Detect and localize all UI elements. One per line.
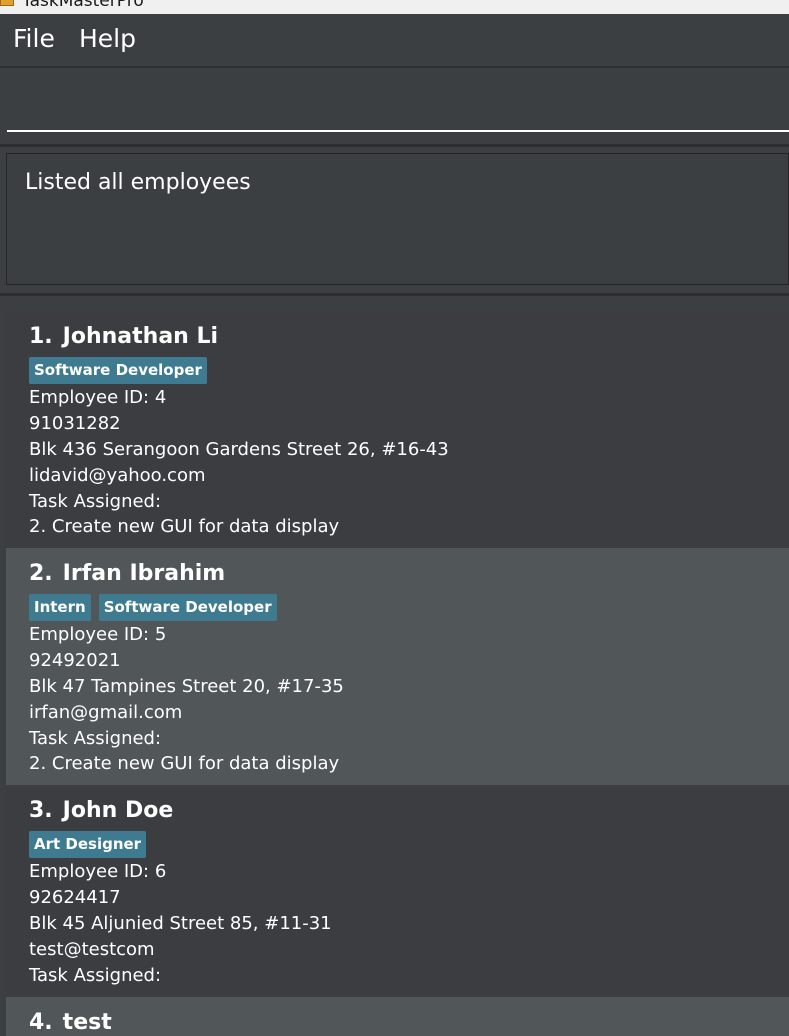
task-assigned-label: Task Assigned: (29, 965, 162, 986)
menu-file[interactable]: File (13, 24, 55, 53)
employee-index: 4. (29, 1010, 53, 1035)
app-icon (0, 0, 14, 6)
employee-card[interactable]: 2. Irfan Ibrahim Intern Software Developer… (6, 548, 789, 785)
task-assigned-label: Task Assigned: (29, 491, 162, 512)
employee-email: irfan@gmail.com (29, 702, 183, 723)
employee-name: John Doe (62, 798, 174, 823)
employee-card[interactable]: 3. John Doe Art Designer Employee ID: 6 9… (6, 785, 789, 997)
employee-index: 1. (29, 324, 53, 349)
employee-phone: 91031282 (29, 413, 121, 434)
result-message: Listed all employees (25, 170, 251, 195)
employee-email: test@testcom (29, 939, 155, 960)
employee-name-line: 4. test (29, 1010, 112, 1035)
result-display: Listed all employees (6, 153, 789, 285)
menu-help[interactable]: Help (79, 24, 136, 53)
employee-id: Employee ID: 6 (29, 861, 167, 882)
employee-id: Employee ID: 4 (29, 387, 167, 408)
command-box (0, 68, 789, 147)
employee-index: 2. (29, 561, 53, 586)
task-assigned-label: Task Assigned: (29, 728, 162, 749)
employee-index: 3. (29, 798, 53, 823)
assigned-task: 2. Create new GUI for data display (29, 516, 340, 537)
window-titlebar: TaskMasterPro (0, 0, 789, 14)
role-tag: Software Developer (98, 594, 277, 621)
employee-tags: Intern Software Developer (29, 594, 285, 621)
employee-name: Irfan Ibrahim (62, 561, 226, 586)
employee-card[interactable]: 4. test (6, 997, 789, 1036)
employee-tags: Art Designer (29, 831, 154, 858)
command-input[interactable] (7, 68, 789, 132)
menu-bar: File Help (0, 14, 789, 68)
list-divider (0, 293, 789, 296)
window-title: TaskMasterPro (22, 0, 144, 11)
employee-address: Blk 47 Tampines Street 20, #17-35 (29, 676, 344, 697)
employee-email: lidavid@yahoo.com (29, 465, 206, 486)
employee-name: test (62, 1010, 112, 1035)
employee-address: Blk 436 Serangoon Gardens Street 26, #16… (29, 439, 449, 460)
employee-name-line: 3. John Doe (29, 798, 173, 823)
role-tag: Software Developer (29, 357, 207, 384)
employee-list[interactable]: 1. Johnathan Li Software Developer Employ… (6, 311, 789, 1036)
employee-name-line: 2. Irfan Ibrahim (29, 561, 225, 586)
role-tag: Art Designer (29, 831, 147, 858)
assigned-task: 2. Create new GUI for data display (29, 753, 340, 774)
employee-tags: Software Developer (29, 357, 215, 384)
employee-phone: 92624417 (29, 887, 121, 908)
employee-name-line: 1. Johnathan Li (29, 324, 218, 349)
employee-name: Johnathan Li (62, 324, 219, 349)
employee-phone: 92492021 (29, 650, 121, 671)
role-tag: Intern (29, 594, 91, 621)
employee-address: Blk 45 Aljunied Street 85, #11-31 (29, 913, 332, 934)
employee-id: Employee ID: 5 (29, 624, 167, 645)
employee-card[interactable]: 1. Johnathan Li Software Developer Employ… (6, 311, 789, 548)
